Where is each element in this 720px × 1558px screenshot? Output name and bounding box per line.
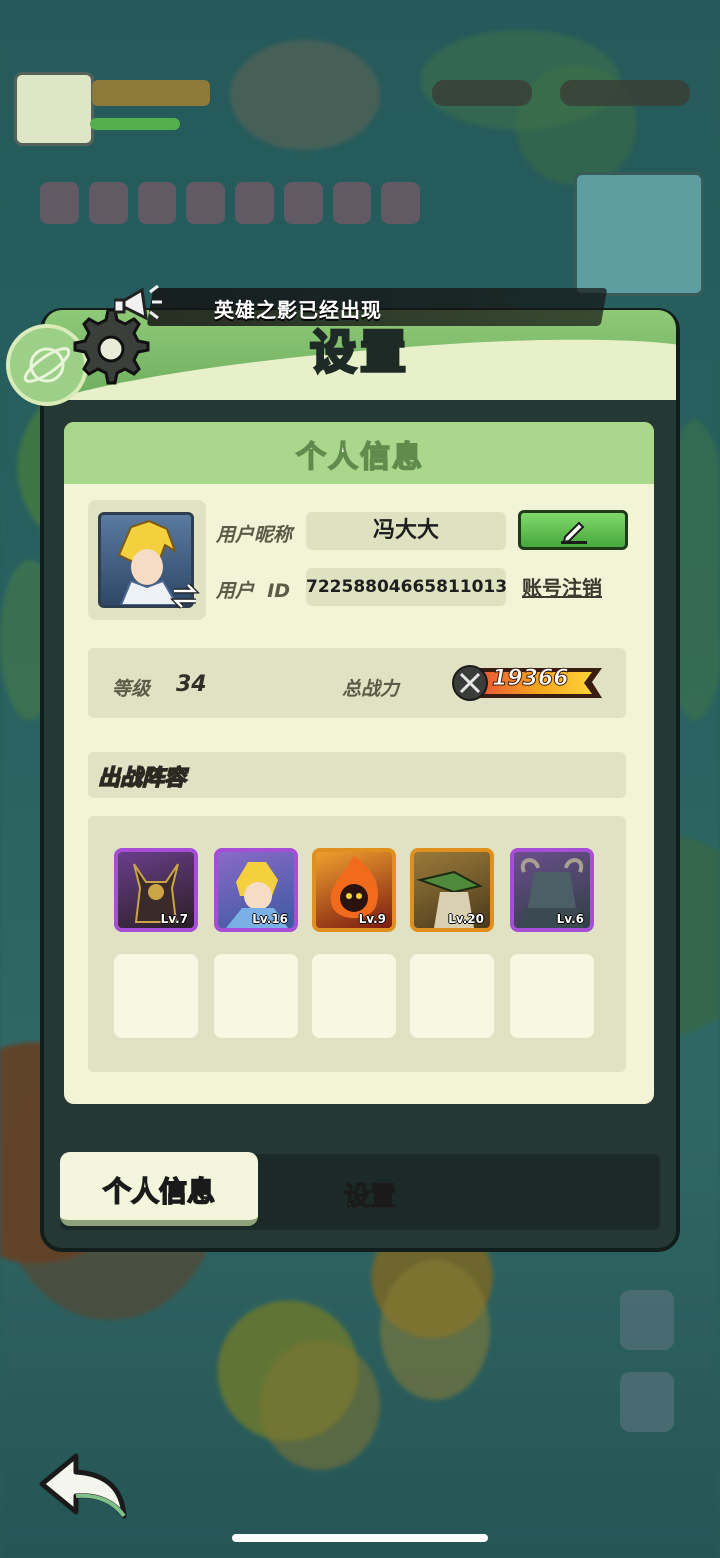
hero-card[interactable]: Lv.16 <box>214 848 298 932</box>
hud-event-icons <box>40 182 420 228</box>
nickname-label: 用户昵称 <box>216 524 293 546</box>
pencil-icon <box>561 521 587 544</box>
announcement-text: 英雄之影已经出现 <box>214 298 382 322</box>
hero-level: Lv.7 <box>160 912 188 926</box>
empty-hero-slot[interactable] <box>114 954 198 1038</box>
empty-hero-slot[interactable] <box>410 954 494 1038</box>
hero-card[interactable]: Lv.20 <box>410 848 494 932</box>
user-id-field: 72258804665811013 <box>306 568 507 606</box>
back-arrow-icon[interactable] <box>36 1450 132 1522</box>
minimap <box>574 172 704 296</box>
level-label: 等级 <box>112 678 151 700</box>
power-value: 19366 <box>492 666 570 692</box>
level-value: 34 <box>176 672 207 697</box>
hud-gem-counter <box>432 80 532 106</box>
hud-avatar <box>14 72 94 146</box>
megaphone-icon <box>114 284 162 321</box>
empty-hero-slot[interactable] <box>214 954 298 1038</box>
tab-profile-label: 个人信息 <box>102 1174 216 1209</box>
hero-level: Lv.20 <box>448 912 484 926</box>
hero-card[interactable]: Lv.6 <box>510 848 594 932</box>
nickname-field: 冯大大 <box>306 512 506 550</box>
power-label: 总战力 <box>342 678 400 700</box>
empty-hero-slot[interactable] <box>312 954 396 1038</box>
tab-settings[interactable]: 设置 <box>300 1176 440 1213</box>
swap-icon[interactable] <box>170 582 200 610</box>
hud-name-bar <box>92 80 210 106</box>
hero-level: Lv.6 <box>556 912 584 926</box>
edit-nickname-button[interactable] <box>518 510 628 550</box>
hero-level: Lv.16 <box>252 912 288 926</box>
hero-level: Lv.9 <box>358 912 386 926</box>
profile-card-title: 个人信息 <box>295 439 424 476</box>
empty-hero-slot[interactable] <box>510 954 594 1038</box>
hud-xp-bar <box>90 118 180 130</box>
user-id-label: 用户 ID <box>216 580 291 602</box>
hud-coin-counter <box>560 80 690 106</box>
hero-card[interactable]: Lv.9 <box>312 848 396 932</box>
home-indicator[interactable] <box>232 1534 488 1542</box>
hero-card[interactable]: Lv.7 <box>114 848 198 932</box>
delete-account-link[interactable]: 账号注销 <box>522 572 602 601</box>
lineup-title: 出战阵容 <box>97 765 187 792</box>
